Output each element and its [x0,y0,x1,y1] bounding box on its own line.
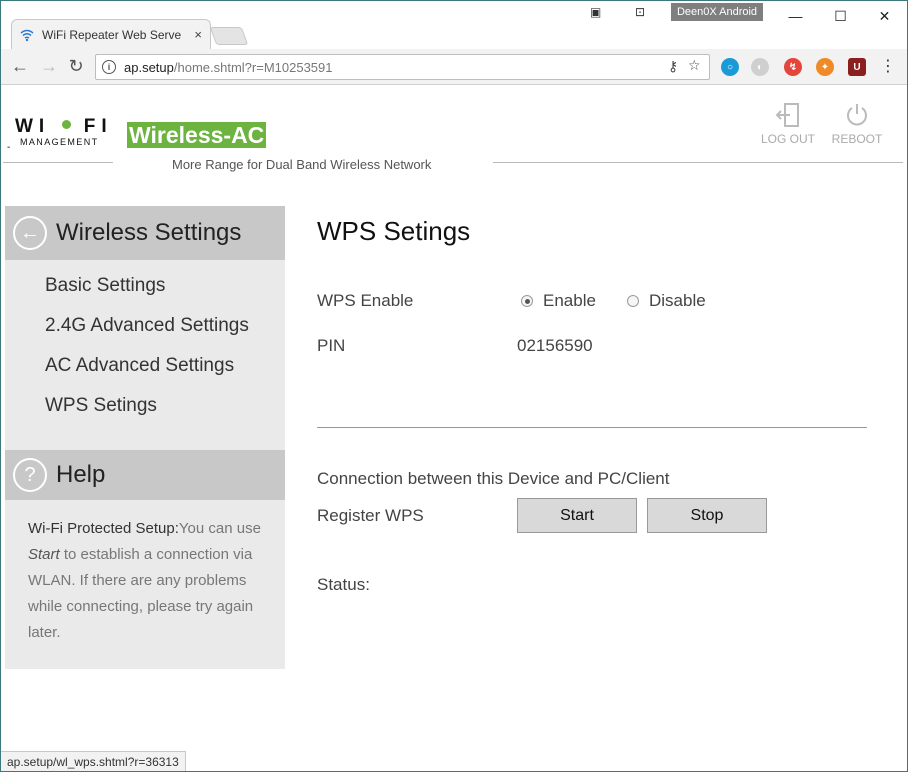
logo-dot-icon [61,120,71,129]
minimize-button[interactable]: — [773,1,818,31]
info-icon[interactable]: i [102,60,116,74]
logout-button[interactable]: LOG OUT [758,102,818,146]
reboot-button[interactable]: REBOOT [827,102,887,146]
screenshot-icon[interactable]: ⊡ [635,5,645,19]
extension-icon-4[interactable]: ✦ [816,58,834,76]
wifi-icon [20,29,34,41]
bookmark-star-icon[interactable]: ☆ [688,57,701,74]
stop-button[interactable]: Stop [647,498,767,533]
url-path: /home.shtml?r=M10253591 [173,59,333,75]
power-icon [847,104,867,126]
help-bold: Wi-Fi Protected Setup: [28,520,179,537]
help-icon: ? [13,458,47,492]
extension-icon-1[interactable]: ○ [721,58,739,76]
ublock-icon[interactable]: U [848,58,866,76]
logo-dash: - [7,142,11,153]
page-title: WPS Setings [317,216,471,246]
logo-text: WI FI [15,116,113,137]
help-italic: Start [28,546,60,563]
connection-text: Connection between this Device and PC/Cl… [317,469,670,488]
tab-strip: WiFi Repeater Web Serve × ▣ ⊡ Deen0X And… [1,1,907,49]
forward-button[interactable]: → [38,55,60,77]
tab-title: WiFi Repeater Web Serve [42,27,182,42]
brand-badge: Wireless-AC [127,122,267,148]
extension-icon-2[interactable]: ◐ [751,58,769,76]
cast-icon[interactable]: ▣ [590,5,601,19]
logo-subtitle: MANAGEMENT [20,137,99,147]
sidebar-header[interactable]: ← Wireless Settings [5,206,285,260]
wps-enable-label: WPS Enable [317,291,414,310]
sidebar-menu: Basic Settings 2.4G Advanced Settings AC… [5,260,285,426]
extension-icon-3[interactable]: ↯ [784,58,802,76]
header-divider-right [493,162,903,163]
status-label: Status: [317,575,370,594]
logout-label: LOG OUT [760,132,815,146]
maximize-button[interactable]: ☐ [818,1,863,31]
sidebar-item-ac-advanced[interactable]: AC Advanced Settings [5,346,285,386]
sidebar-item-basic-settings[interactable]: Basic Settings [5,266,285,306]
sidebar-title: Wireless Settings [56,219,242,246]
close-button[interactable]: ✕ [862,1,907,31]
help-post: to establish a connection via WLAN. If t… [28,546,254,641]
browser-menu-icon[interactable]: ⋮ [877,55,899,77]
sidebar-item-wps-settings[interactable]: WPS Setings [5,386,285,426]
enable-radio-label[interactable]: Enable [543,291,596,311]
browser-tab[interactable]: WiFi Repeater Web Serve × [11,19,211,49]
pin-label: PIN [317,336,346,355]
browser-window: WiFi Repeater Web Serve × ▣ ⊡ Deen0X And… [0,0,908,772]
header-divider-left [3,162,113,163]
address-bar[interactable]: i ap.setup/home.shtml?r=M10253591 ⚷ ☆ [95,54,710,80]
help-pre: You can use [178,520,261,537]
reboot-label: REBOOT [831,132,883,146]
browser-toolbar: ← → ↻ i ap.setup/home.shtml?r=M10253591 … [1,49,907,85]
logout-icon [775,103,799,127]
start-button[interactable]: Start [517,498,637,533]
pin-value: 02156590 [517,336,593,355]
help-title: Help [56,461,106,488]
tagline: More Range for Dual Band Wireless Networ… [172,157,432,172]
enable-radio[interactable] [521,295,533,307]
wifi-logo: WI FI [15,116,113,138]
back-arrow-icon[interactable]: ← [13,216,47,250]
url-host: ap.setup [124,59,174,75]
back-button[interactable]: ← [9,55,31,77]
page-content: WI FI MANAGEMENT - Wireless-AC More Rang… [1,86,907,749]
help-header: ? Help [5,450,285,500]
reload-button[interactable]: ↻ [65,55,87,77]
tab-close-icon[interactable]: × [194,27,202,42]
help-text: Wi-Fi Protected Setup:You can use Start … [28,516,268,646]
disable-radio-label[interactable]: Disable [649,291,706,311]
new-tab-button[interactable] [209,27,249,45]
status-bar-url: ap.setup/wl_wps.shtml?r=36313 [1,751,186,771]
profile-badge[interactable]: Deen0X Android [671,3,763,21]
sidebar: ← Wireless Settings Basic Settings 2.4G … [5,206,285,669]
register-wps-label: Register WPS [317,506,424,525]
key-icon[interactable]: ⚷ [668,58,678,75]
section-divider [317,427,867,428]
sidebar-item-24g-advanced[interactable]: 2.4G Advanced Settings [5,306,285,346]
disable-radio[interactable] [627,295,639,307]
